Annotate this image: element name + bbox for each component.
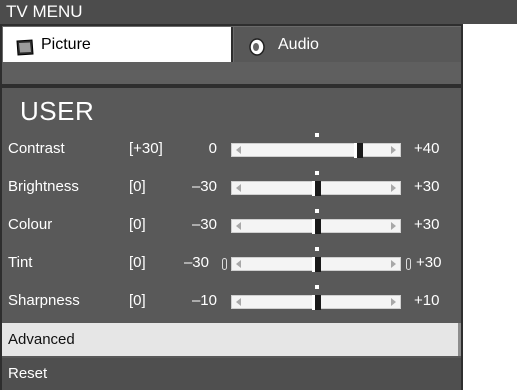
setting-current-value: [0] [129,216,146,233]
slider-center-tick [315,171,319,175]
tab-bar: Picture Audio [0,24,463,86]
setting-max-value: +40 [414,140,440,157]
slider-knob[interactable] [312,181,321,196]
setting-name: Sharpness [8,292,80,309]
arrow-right-icon [391,146,396,154]
slider-knob[interactable] [354,143,363,158]
slider-center-tick [315,285,319,289]
setting-row-contrast[interactable]: Contrast [+30] 0 +40 [2,132,461,166]
setting-max-value: +30 [416,254,442,271]
slider-center-tick [315,209,319,213]
sharpness-slider[interactable] [231,285,401,310]
tab-audio-label: Audio [278,36,319,53]
setting-current-value: [0] [129,178,146,195]
tab-picture[interactable]: Picture [3,27,233,62]
tab-audio[interactable]: Audio [234,27,461,62]
setting-name: Contrast [8,140,65,157]
slider-center-tick [315,133,319,137]
setting-min-value: –30 [191,178,217,195]
setting-name: Brightness [8,178,79,195]
brightness-slider[interactable] [231,171,401,196]
setting-row-colour[interactable]: Colour [0] –30 +30 [2,208,461,242]
tab-picture-label: Picture [41,36,91,53]
arrow-left-icon [236,222,241,230]
tint-slider[interactable] [231,247,401,272]
setting-name: Colour [8,216,53,233]
menu-title: TV MENU [6,2,83,21]
setting-current-value: [0] [129,254,146,271]
contrast-slider[interactable] [231,133,401,158]
setting-max-value: +30 [414,216,440,233]
arrow-right-icon [391,222,396,230]
arrow-left-icon [236,298,241,306]
setting-row-brightness[interactable]: Brightness [0] –30 +30 [2,170,461,204]
menu-title-bar: TV MENU [0,0,517,24]
slider-center-tick [315,247,319,251]
mode-heading: USER [20,96,95,126]
slider-knob[interactable] [312,219,321,234]
setting-max-value: +10 [414,292,440,309]
arrow-right-icon [391,184,396,192]
setting-current-value: [+30] [129,140,163,157]
setting-min-value: 0 [208,140,217,157]
tint-right-cap-icon [406,258,411,270]
setting-min-value: –30 [191,216,217,233]
tab-divider [2,62,461,84]
arrow-right-icon [391,298,396,306]
setting-row-tint[interactable]: Tint [0] –30 +30 [2,246,461,280]
arrow-left-icon [236,184,241,192]
setting-name: Tint [8,254,33,271]
advanced-menu-item[interactable]: Advanced [2,323,461,356]
colour-slider[interactable] [231,209,401,234]
reset-menu-item[interactable]: Reset [2,358,461,390]
arrow-right-icon [391,260,396,268]
setting-row-sharpness[interactable]: Sharpness [0] –10 +10 [2,284,461,318]
picture-settings-panel: USER Contrast [+30] 0 +40 Brightness [0]… [0,86,463,390]
setting-max-value: +30 [414,178,440,195]
slider-knob[interactable] [312,295,321,310]
arrow-left-icon [236,146,241,154]
setting-min-value: –10 [191,292,217,309]
arrow-left-icon [236,260,241,268]
slider-knob[interactable] [312,257,321,272]
setting-min-value: –30 [183,254,209,271]
advanced-label: Advanced [8,331,75,348]
reset-label: Reset [8,365,48,382]
setting-current-value: [0] [129,292,146,309]
tint-left-cap-icon [222,258,227,270]
